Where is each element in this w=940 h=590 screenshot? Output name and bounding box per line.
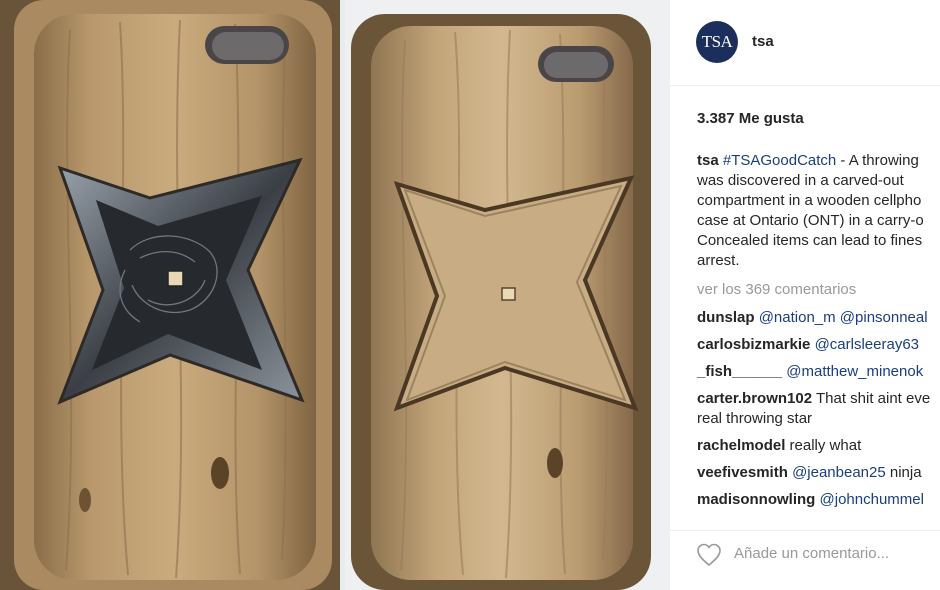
caption-hashtag[interactable]: #TSAGoodCatch (723, 152, 836, 169)
caption-text-line6: arrest. (697, 252, 740, 269)
post-header: TSA tsa (670, 0, 940, 86)
likes-count[interactable]: 3.387 Me gusta (697, 110, 804, 127)
comment-item: carter.brown102 That shit aint eve real … (697, 389, 940, 429)
post-photo[interactable] (0, 0, 670, 590)
wooden-case-with-star (0, 0, 340, 590)
comment-username[interactable]: carlosbizmarkie (697, 336, 810, 353)
comment-username[interactable]: dunslap (697, 309, 755, 326)
avatar-logo-text: TSA (701, 32, 733, 51)
comment-text: really what (789, 437, 862, 454)
caption-text-line1: - A throwing (836, 152, 919, 169)
comment-item: madisonnowling @johnchummel (697, 490, 940, 510)
comment-username[interactable]: rachelmodel (697, 437, 785, 454)
heart-icon[interactable] (696, 543, 722, 567)
comment-mention[interactable]: @jeanbean25 (792, 464, 886, 481)
username-link[interactable]: tsa (752, 33, 774, 50)
wooden-case-empty (345, 0, 670, 590)
comment-username[interactable]: madisonnowling (697, 491, 815, 508)
comment-username[interactable]: _fish______ (697, 363, 782, 380)
comment-text-line2: real throwing star (697, 410, 813, 427)
caption-text-line3: compartment in a wooden cellpho (697, 192, 922, 209)
comment-text: That shit aint eve (815, 390, 931, 407)
caption-text-line5: Concealed items can lead to fines (697, 232, 923, 249)
comment-item: _fish______ @matthew_minenok (697, 362, 940, 382)
comment-username[interactable]: veefivesmith (697, 464, 788, 481)
caption-text-line2: was discovered in a carved-out (697, 172, 904, 189)
comment-item: carlosbizmarkie @carlsleeray63 (697, 335, 940, 355)
caption-username[interactable]: tsa (697, 152, 719, 169)
comment-item: veefivesmith @jeanbean25 ninja (697, 463, 940, 483)
view-all-comments-link[interactable]: ver los 369 comentarios (697, 281, 856, 298)
comment-mention[interactable]: @johnchummel (820, 491, 924, 508)
comment-mention[interactable]: @carlsleeray63 (815, 336, 919, 353)
comment-item: rachelmodel really what (697, 436, 940, 456)
comment-mention[interactable]: @nation_m @pinsonneal (759, 309, 928, 326)
post-side-panel: TSA tsa 3.387 Me gusta tsa #TSAGoodCatch… (670, 0, 940, 590)
add-comment-input[interactable] (734, 545, 924, 562)
photo-panel-with-star (0, 0, 340, 590)
comment-text: ninja (885, 464, 922, 481)
photo-panel-empty-case (345, 0, 670, 590)
avatar[interactable]: TSA (696, 21, 738, 63)
post-caption: tsa #TSAGoodCatch - A throwing was disco… (697, 151, 940, 271)
caption-text-line4: case at Ontario (ONT) in a carry-o (697, 212, 924, 229)
comment-list: dunslap @nation_m @pinsonneal carlosbizm… (697, 308, 940, 517)
comment-composer (670, 530, 940, 590)
comment-username[interactable]: carter.brown102 (697, 390, 812, 407)
comment-item: dunslap @nation_m @pinsonneal (697, 308, 940, 328)
comment-mention[interactable]: @matthew_minenok (786, 363, 923, 380)
